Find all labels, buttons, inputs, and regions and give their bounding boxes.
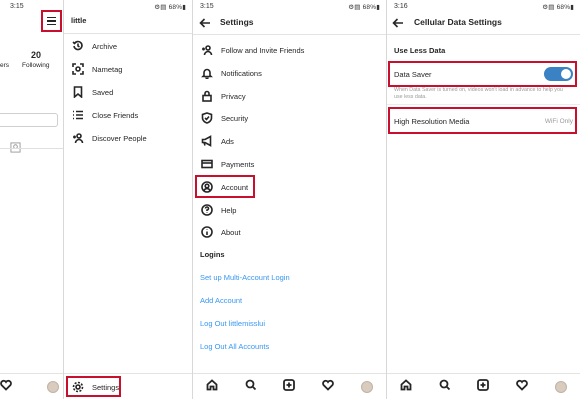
status-bar: 3:15 ⚙︎▤ 68%▮ [193, 0, 386, 14]
add-account-link[interactable]: Add Account [200, 296, 242, 305]
divider [387, 104, 580, 105]
drawer-item-discover-people[interactable]: Discover People [64, 127, 192, 149]
status-icons: ⚙︎▤ 68%▮ [348, 4, 380, 11]
settings-item-label: Payments [221, 159, 255, 169]
settings-panel: 3:15 ⚙︎▤ 68%▮ Settings Follow and Invite… [193, 0, 386, 399]
settings-item-notifications[interactable]: Notifications [193, 62, 386, 84]
shield-icon [199, 110, 215, 126]
profile-avatar-tab[interactable] [554, 380, 567, 393]
status-icons: ⚙︎▤ 68%▮ [154, 4, 186, 11]
drawer-username: little [71, 16, 87, 25]
divider [64, 33, 192, 34]
log-out-user-link[interactable]: Log Out littlemisslui [200, 319, 265, 328]
following-count: 20 [31, 50, 42, 60]
profile-avatar-tab[interactable] [47, 380, 59, 393]
divider [0, 148, 63, 149]
heart-icon[interactable] [0, 378, 12, 396]
logins-header: Logins [200, 250, 225, 259]
profile-panel: 3:15 20 ers Following [0, 0, 63, 399]
settings-item-security[interactable]: Security [193, 107, 386, 129]
drawer-item-saved[interactable]: Saved [64, 81, 192, 103]
settings-item-label: Notifications [221, 68, 262, 78]
profile-avatar-tab[interactable] [360, 380, 373, 393]
followers-label-fragment: ers [0, 62, 10, 69]
following-label: Following [22, 62, 50, 69]
drawer-item-label: Close Friends [92, 110, 139, 120]
drawer-item-label: Saved [92, 87, 114, 97]
search-icon[interactable] [439, 378, 451, 396]
settings-item-label: About [221, 227, 241, 237]
drawer-panel: ⚙︎▤ 68%▮ little Archive Nametag Saved Cl… [64, 0, 192, 399]
search-icon[interactable] [245, 378, 257, 396]
highlight-settings [66, 376, 121, 397]
help-icon [199, 202, 215, 218]
settings-item-label: Help [221, 205, 237, 215]
status-icons: ⚙︎▤ 68%▮ [542, 4, 574, 11]
settings-item-label: Privacy [221, 91, 246, 101]
home-icon[interactable] [400, 378, 412, 396]
home-icon[interactable] [206, 378, 218, 396]
settings-item-about[interactable]: About [193, 221, 386, 243]
divider [64, 373, 192, 374]
bottom-nav-fragment [0, 373, 63, 399]
status-bar: 3:16 ⚙︎▤ 68%▮ [387, 0, 580, 14]
card-icon [199, 156, 215, 172]
settings-item-payments[interactable]: Payments [193, 153, 386, 175]
back-arrow-icon[interactable] [392, 16, 404, 34]
page-title: Cellular Data Settings [414, 17, 502, 27]
edit-profile-button[interactable] [0, 113, 58, 127]
status-time: 3:15 [200, 3, 214, 10]
settings-item-ads[interactable]: Ads [193, 130, 386, 152]
drawer-item-label: Archive [92, 41, 118, 51]
cellular-data-panel: 3:16 ⚙︎▤ 68%▮ Cellular Data Settings Use… [387, 0, 580, 399]
add-person-icon [70, 130, 86, 146]
settings-item-help[interactable]: Help [193, 199, 386, 221]
status-time: 3:15 [10, 3, 24, 10]
log-out-all-link[interactable]: Log Out All Accounts [200, 342, 269, 351]
highlight-data-saver [388, 61, 577, 87]
drawer-item-label: Discover People [92, 133, 147, 143]
drawer-item-label: Nametag [92, 64, 123, 74]
settings-item-follow-invite[interactable]: Follow and Invite Friends [193, 39, 386, 61]
bottom-nav [193, 373, 386, 399]
divider [387, 34, 580, 35]
settings-item-label: Security [221, 113, 249, 123]
add-post-icon[interactable] [283, 378, 296, 396]
drawer-item-nametag[interactable]: Nametag [64, 58, 192, 80]
data-saver-description: When Data Saver is turned on, videos won… [394, 87, 563, 100]
drawer-item-archive[interactable]: Archive [64, 35, 192, 57]
megaphone-icon [199, 133, 215, 149]
heart-icon[interactable] [516, 378, 528, 396]
bookmark-icon [70, 84, 86, 100]
status-bar: ⚙︎▤ 68%▮ [64, 0, 192, 14]
settings-item-privacy[interactable]: Privacy [193, 85, 386, 107]
highlight-hires-media [388, 107, 577, 134]
back-arrow-icon[interactable] [199, 16, 211, 34]
close-friends-icon [70, 107, 86, 123]
multi-account-login-link[interactable]: Set up Multi-Account Login [200, 273, 290, 282]
bell-icon [199, 65, 215, 81]
heart-icon[interactable] [322, 378, 334, 396]
add-post-icon[interactable] [477, 378, 490, 396]
highlight-menu-button [41, 10, 62, 32]
divider [193, 34, 386, 35]
page-title: Settings [220, 17, 254, 27]
highlight-account [195, 175, 255, 198]
info-icon [199, 224, 215, 240]
drawer-item-close-friends[interactable]: Close Friends [64, 104, 192, 126]
bottom-nav [387, 373, 580, 399]
tagged-icon[interactable] [10, 140, 21, 158]
section-header: Use Less Data [394, 46, 446, 55]
status-time: 3:16 [394, 3, 408, 10]
add-person-icon [199, 42, 215, 58]
archive-icon [70, 38, 86, 54]
settings-item-label: Ads [221, 136, 234, 146]
lock-icon [199, 88, 215, 104]
settings-item-label: Follow and Invite Friends [221, 45, 305, 55]
nametag-icon [70, 61, 86, 77]
